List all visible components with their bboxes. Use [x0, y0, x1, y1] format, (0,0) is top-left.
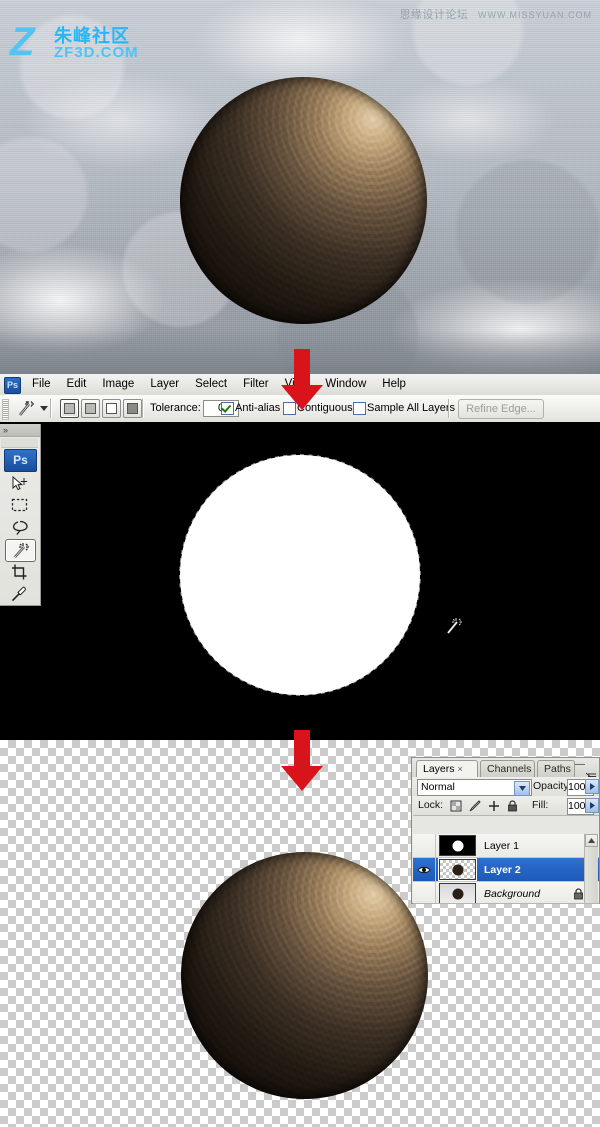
anti-alias-checkbox[interactable] — [221, 402, 232, 413]
opacity-chevron-icon[interactable] — [585, 779, 599, 794]
anti-alias-label[interactable]: Anti-alias — [235, 395, 280, 422]
tab-paths[interactable]: Paths — [537, 760, 575, 777]
watermark-right-cn: 思缘设计论坛 — [399, 9, 469, 21]
blend-mode-value: Normal — [421, 781, 455, 793]
sphere-shading — [180, 77, 427, 324]
blend-mode-select[interactable]: Normal — [417, 779, 532, 796]
subtract-from-selection-button[interactable] — [102, 399, 121, 418]
menu-help[interactable]: Help — [374, 374, 414, 395]
double-chevron-right-icon[interactable]: » — [0, 424, 40, 437]
minimize-icon[interactable]: — — [575, 759, 585, 770]
tab-channels-label: Channels — [487, 763, 532, 775]
tab-paths-label: Paths — [544, 763, 571, 775]
selection-mode-group — [60, 399, 142, 418]
layers-scrollbar[interactable] — [584, 834, 598, 903]
layer-name[interactable]: Layer 1 — [484, 840, 519, 852]
magic-wand-tool-icon[interactable] — [5, 539, 36, 562]
magic-wand-cursor — [444, 616, 464, 636]
lock-fill-row: Lock: Fill: 100% — [413, 796, 599, 816]
tolerance-label: Tolerance: — [150, 402, 201, 414]
blend-opacity-row: Normal Opacity: 100% — [413, 777, 599, 797]
layer-thumbnail[interactable] — [438, 858, 477, 881]
screenshot-root: Z 朱峰社区 ZF3D.COM 思缘设计论坛 WWW.MISSYUAN.COM … — [0, 0, 600, 1127]
panel-footer-divider — [413, 903, 599, 904]
tab-layers-label: Layers — [423, 763, 455, 775]
menu-layer[interactable]: Layer — [142, 374, 187, 395]
watermark-logo-mark: Z — [10, 20, 35, 64]
lock-label: Lock: — [418, 799, 444, 811]
lock-transparent-pixels-icon[interactable] — [449, 799, 462, 812]
options-separator-3 — [448, 399, 450, 418]
lock-buttons-group — [449, 799, 519, 812]
opacity-label: Opacity: — [533, 780, 572, 792]
sample-all-layers-label[interactable]: Sample All Layers — [367, 395, 455, 422]
selection-white-circle — [180, 455, 420, 695]
panel-tab-strip: Layers × Channels Paths — — [412, 758, 599, 781]
lasso-tool-icon[interactable] — [5, 517, 34, 538]
options-bar-grip[interactable] — [2, 399, 9, 420]
fill-chevron-icon[interactable] — [585, 798, 599, 813]
table-row[interactable]: Background — [413, 882, 599, 903]
photoshop-logo-badge: Ps — [4, 449, 37, 472]
layers-list: Layer 1 Layer 2 Background — [413, 834, 599, 903]
layer-name[interactable]: Background — [484, 888, 540, 900]
scroll-up-icon[interactable] — [585, 834, 598, 847]
watermark-right-url: WWW.MISSYUAN.COM — [478, 10, 592, 20]
sample-all-layers-checkbox[interactable] — [353, 402, 366, 415]
fill-label: Fill: — [532, 799, 549, 811]
magic-wand-icon[interactable] — [12, 399, 38, 418]
red-down-arrow-step-1 — [281, 349, 323, 410]
intersect-with-selection-button[interactable] — [123, 399, 142, 418]
blend-mode-chevron-down-icon[interactable] — [514, 781, 530, 796]
lock-position-icon[interactable] — [487, 799, 500, 812]
lock-all-icon[interactable] — [506, 799, 519, 812]
photoshop-app-icon: Ps — [4, 377, 21, 394]
rectangular-marquee-tool-icon[interactable] — [5, 495, 34, 516]
menu-select[interactable]: Select — [187, 374, 235, 395]
eyedropper-tool-icon[interactable] — [5, 583, 34, 604]
layer-name[interactable]: Layer 2 — [484, 864, 521, 876]
red-down-arrow-step-2 — [281, 730, 323, 791]
tools-panel: » Ps — [0, 424, 41, 606]
refine-edge-button[interactable]: Refine Edge... — [458, 399, 544, 419]
sphere-shading-bottom — [181, 852, 428, 1099]
layer-visibility-toggle[interactable] — [413, 858, 436, 881]
layer-thumbnail[interactable] — [439, 883, 476, 903]
tab-channels[interactable]: Channels — [480, 760, 535, 777]
tab-layers-close-icon[interactable]: × — [458, 764, 463, 774]
crop-tool-icon[interactable] — [5, 561, 34, 582]
options-separator-2 — [142, 399, 144, 418]
menu-image[interactable]: Image — [94, 374, 142, 395]
tools-panel-spacer — [1, 438, 38, 448]
table-row[interactable]: Layer 1 — [413, 834, 599, 858]
sphere-top — [180, 77, 427, 324]
layer-visibility-toggle[interactable] — [413, 834, 436, 857]
eye-icon — [417, 866, 431, 873]
options-separator-1 — [50, 399, 52, 418]
panel-menu-icon[interactable] — [585, 768, 598, 781]
menubar-items: File Edit Image Layer Select Filter View… — [24, 374, 414, 395]
watermark-zf3d: Z 朱峰社区 ZF3D.COM — [10, 20, 200, 68]
new-selection-button[interactable] — [60, 399, 79, 418]
watermark-logo-url: ZF3D.COM — [54, 44, 139, 61]
add-to-selection-button[interactable] — [81, 399, 100, 418]
move-tool-icon[interactable] — [5, 473, 34, 494]
tool-preset-chevron-down-icon[interactable] — [40, 406, 48, 411]
menu-file[interactable]: File — [24, 374, 59, 395]
layer-visibility-toggle[interactable] — [413, 882, 436, 903]
menu-edit[interactable]: Edit — [59, 374, 95, 395]
lock-image-pixels-icon[interactable] — [468, 799, 481, 812]
layers-panel: Layers × Channels Paths — Normal Opacity… — [411, 757, 600, 904]
table-row[interactable]: Layer 2 — [413, 858, 599, 882]
layer-thumbnail[interactable] — [439, 835, 476, 856]
sphere-bottom — [181, 852, 428, 1099]
watermark-missyuan: 思缘设计论坛 WWW.MISSYUAN.COM — [399, 6, 592, 22]
tab-layers[interactable]: Layers × — [416, 760, 478, 777]
menu-filter[interactable]: Filter — [235, 374, 277, 395]
